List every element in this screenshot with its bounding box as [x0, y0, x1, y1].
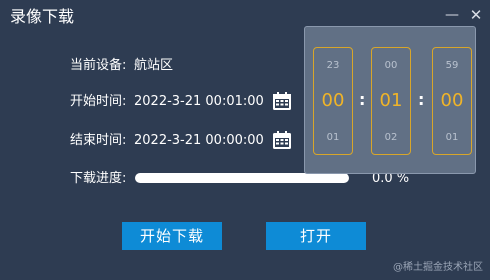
- minimize-button[interactable]: —: [442, 5, 462, 25]
- second-current[interactable]: 00: [433, 91, 471, 111]
- time-picker-popup: 23 00 01 : 00 01 02 : 59 00 01: [304, 26, 476, 174]
- download-dialog: 录像下载 — ✕ 当前设备: 航站区 开始时间: 2022-3-21 00:01…: [0, 0, 490, 280]
- calendar-icon: [273, 92, 291, 110]
- time-separator: :: [359, 90, 366, 109]
- close-button[interactable]: ✕: [466, 5, 486, 25]
- progress-bar: [135, 173, 349, 183]
- end-time-calendar-button[interactable]: [272, 130, 292, 150]
- progress-label: 下载进度:: [70, 171, 127, 186]
- start-download-button[interactable]: 开始下载: [122, 222, 222, 250]
- time-separator: :: [418, 90, 425, 109]
- device-label: 当前设备:: [70, 58, 127, 73]
- minute-column[interactable]: 00 01 02: [371, 47, 411, 155]
- second-prev[interactable]: 59: [433, 60, 471, 72]
- end-time-label: 结束时间:: [70, 133, 127, 148]
- window-title: 录像下载: [10, 7, 75, 26]
- open-button[interactable]: 打开: [266, 222, 366, 250]
- calendar-icon: [273, 131, 291, 149]
- watermark: @稀土掘金技术社区: [393, 262, 483, 273]
- minute-next[interactable]: 02: [372, 132, 410, 144]
- end-time-value[interactable]: 2022-3-21 00:00:00: [134, 132, 264, 150]
- start-time-calendar-button[interactable]: [272, 91, 292, 111]
- hour-column[interactable]: 23 00 01: [313, 47, 353, 155]
- hour-current[interactable]: 00: [314, 91, 352, 111]
- start-time-value[interactable]: 2022-3-21 00:01:00: [134, 93, 264, 111]
- second-next[interactable]: 01: [433, 132, 471, 144]
- minimize-icon: —: [445, 7, 459, 23]
- minute-current[interactable]: 01: [372, 91, 410, 111]
- hour-next[interactable]: 01: [314, 132, 352, 144]
- close-icon: ✕: [469, 6, 483, 24]
- start-time-label: 开始时间:: [70, 94, 127, 109]
- minute-prev[interactable]: 00: [372, 60, 410, 72]
- device-value: 航站区: [134, 58, 174, 73]
- second-column[interactable]: 59 00 01: [432, 47, 472, 155]
- hour-prev[interactable]: 23: [314, 60, 352, 72]
